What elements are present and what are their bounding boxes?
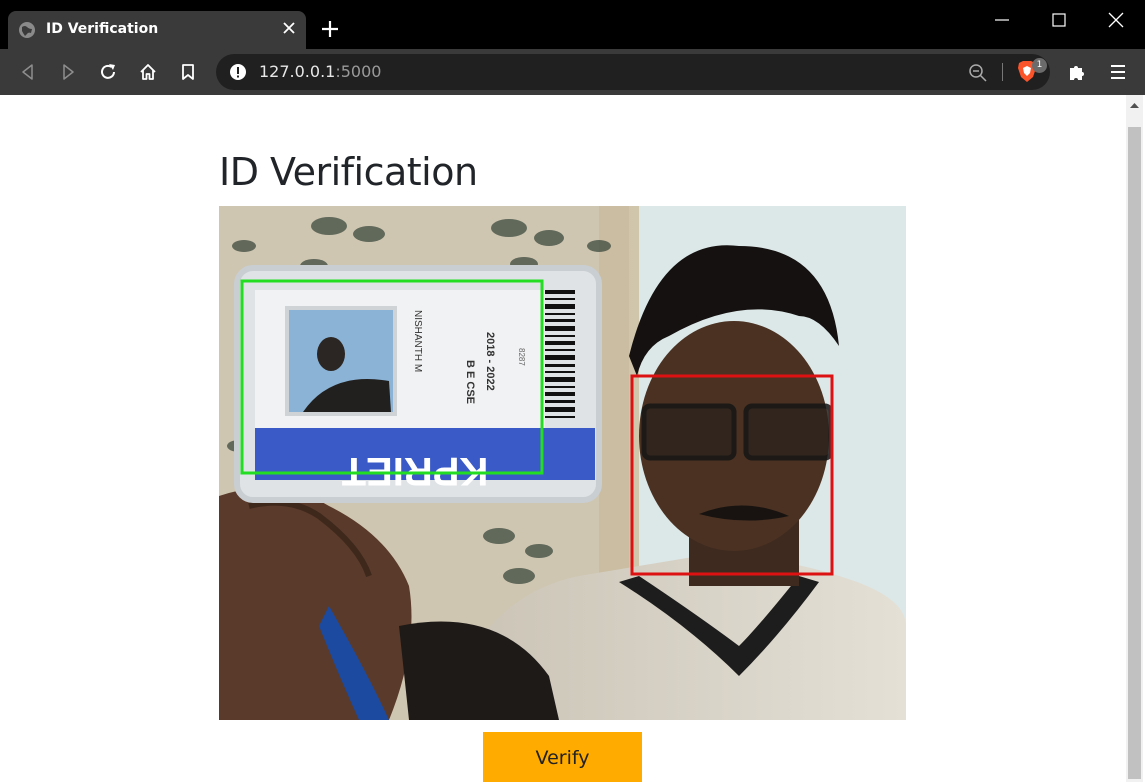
id-card-image: KPRIET NISHANTH M B E CSE 2018 - 2022 82… <box>234 265 602 503</box>
tab-strip: ID Verification <box>0 0 1145 49</box>
url-host: 127.0.0.1 <box>259 62 336 81</box>
id-card-years: 2018 - 2022 <box>484 332 496 391</box>
verify-button[interactable]: Verify <box>483 732 642 782</box>
home-icon[interactable] <box>138 62 158 82</box>
id-card-name: NISHANTH M <box>412 310 423 372</box>
scroll-up-arrow-icon[interactable] <box>1126 97 1143 114</box>
url-text: 127.0.0.1:5000 <box>259 62 381 81</box>
page-viewport: ID Verification KPRIET NISHANTH M B E CS… <box>1 95 1126 782</box>
minimize-icon[interactable] <box>992 10 1012 30</box>
address-bar[interactable]: 127.0.0.1:5000 1 <box>216 54 1050 90</box>
bookmark-icon[interactable] <box>178 62 198 82</box>
tab-title: ID Verification <box>46 21 159 37</box>
address-divider <box>1002 63 1003 81</box>
hamburger-icon[interactable] <box>1108 62 1128 82</box>
globe-icon <box>19 22 35 38</box>
id-card-course: B E CSE <box>464 360 476 404</box>
page-title: ID Verification <box>219 150 478 194</box>
close-icon[interactable] <box>1106 10 1126 30</box>
browser-window: ID Verification 127.0.0.1:5000 1 ID Veri… <box>0 0 1145 782</box>
id-card-code: 8287 <box>517 348 526 366</box>
camera-feed: KPRIET NISHANTH M B E CSE 2018 - 2022 82… <box>219 206 906 720</box>
info-icon[interactable] <box>229 63 247 81</box>
shield-badge: 1 <box>1032 58 1047 73</box>
browser-tab[interactable]: ID Verification <box>8 11 306 49</box>
url-port: :5000 <box>335 62 382 81</box>
browser-toolbar: 127.0.0.1:5000 1 <box>0 49 1145 95</box>
forward-icon[interactable] <box>58 62 78 82</box>
close-icon[interactable] <box>282 21 296 35</box>
camera-frame-image: KPRIET NISHANTH M B E CSE 2018 - 2022 82… <box>219 206 906 720</box>
page-scrollbar[interactable] <box>1126 95 1143 782</box>
back-icon[interactable] <box>18 62 38 82</box>
id-card-institution: KPRIET <box>342 449 489 493</box>
puzzle-icon[interactable] <box>1067 62 1087 82</box>
plus-icon[interactable] <box>320 19 340 39</box>
reload-icon[interactable] <box>98 62 118 82</box>
scrollbar-thumb[interactable] <box>1128 127 1141 779</box>
zoom-out-icon[interactable] <box>968 63 988 83</box>
maximize-icon[interactable] <box>1049 10 1069 30</box>
